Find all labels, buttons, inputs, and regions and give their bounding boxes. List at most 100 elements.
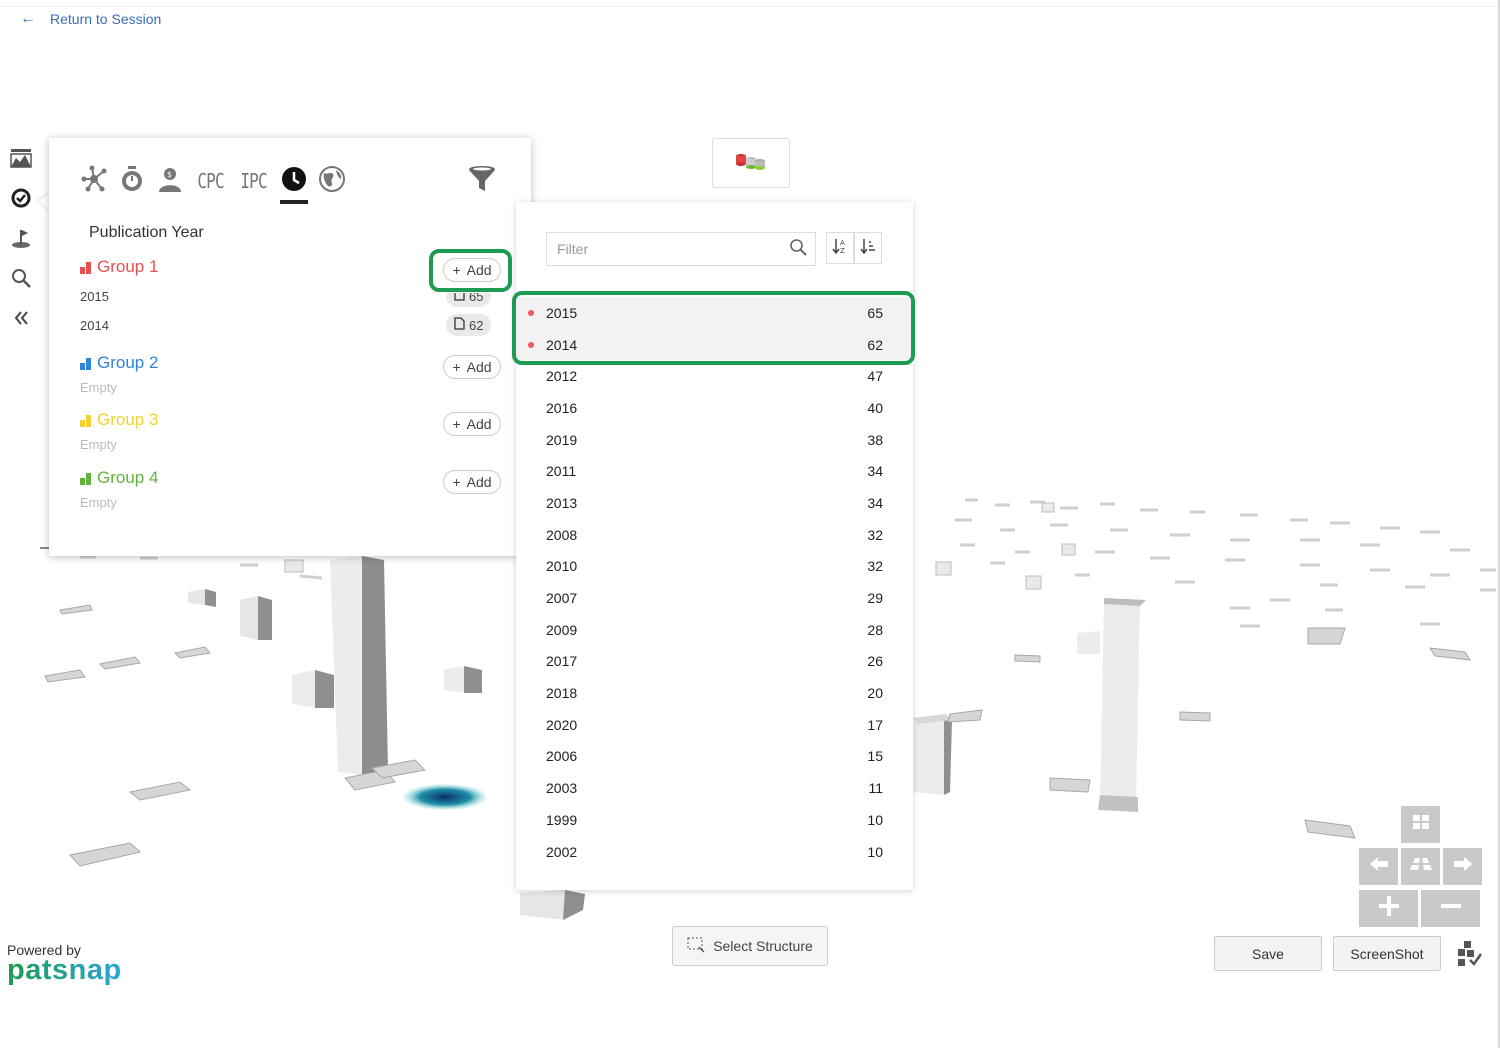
clock-icon <box>280 165 308 198</box>
year-row[interactable]: 1999 10 <box>516 804 913 836</box>
grid-icon <box>1411 813 1431 836</box>
color-legend-button[interactable] <box>712 138 790 188</box>
perspective-grid-icon <box>1409 857 1433 876</box>
tab-stopwatch[interactable] <box>118 165 146 196</box>
year-row[interactable]: 2007 29 <box>516 582 913 614</box>
group-4-title[interactable]: Group 4 <box>80 468 158 488</box>
filter-input-wrapper[interactable] <box>546 232 816 266</box>
ipc-label: IPC <box>240 169 267 193</box>
left-toolbar <box>6 145 36 331</box>
year-count: 32 <box>867 558 883 575</box>
group-3-name: Group 3 <box>97 410 159 429</box>
tab-network[interactable] <box>80 165 108 198</box>
flag-pin-icon[interactable] <box>7 225 35 251</box>
year-label: 2006 <box>546 748 578 765</box>
tab-publication-year[interactable] <box>280 165 309 204</box>
sort-count-button[interactable] <box>854 232 882 264</box>
group-1-add-button[interactable]: + Add <box>443 258 501 282</box>
year-label: 2012 <box>546 368 578 385</box>
pan-left-button[interactable] <box>1359 848 1398 885</box>
group-4-add-button[interactable]: + Add <box>443 470 501 494</box>
plus-icon: + <box>452 262 461 278</box>
year-label: 2018 <box>546 685 578 702</box>
year-row[interactable]: 2020 17 <box>516 709 913 741</box>
year-row[interactable]: 2009 28 <box>516 614 913 646</box>
tab-inventor[interactable]: $ <box>156 166 184 196</box>
reset-view-button[interactable] <box>1401 848 1440 885</box>
year-row[interactable]: 2011 34 <box>516 455 913 487</box>
year-label: 2019 <box>546 431 578 448</box>
filter-funnel-icon[interactable] <box>467 164 497 199</box>
year-row[interactable]: 2006 15 <box>516 741 913 773</box>
year-label: 2015 <box>546 304 578 321</box>
year-row[interactable]: 2017 26 <box>516 646 913 678</box>
year-list: 2015 65 2014 62 2012 47 2016 40 2019 38 2011 34 2013… <box>516 297 913 867</box>
zoom-in-button[interactable] <box>1359 890 1418 927</box>
screenshot-button[interactable]: ScreenShot <box>1333 936 1441 971</box>
group-1-item-count-pill: 62 <box>446 314 492 336</box>
search-icon[interactable] <box>789 238 807 261</box>
group-2-empty-text: Empty <box>80 380 117 395</box>
return-to-session-link[interactable]: ← Return to Session <box>20 10 161 28</box>
year-label: 2002 <box>546 843 578 860</box>
year-count: 28 <box>867 621 883 638</box>
zoom-out-button[interactable] <box>1421 890 1480 927</box>
sort-alpha-button[interactable]: AZ <box>826 232 854 264</box>
year-row[interactable]: 2008 32 <box>516 519 913 551</box>
year-row[interactable]: 2003 11 <box>516 772 913 804</box>
year-count: 65 <box>867 304 883 321</box>
structure-map-icon[interactable] <box>1455 940 1483 973</box>
year-count: 26 <box>867 653 883 670</box>
group-color-icon <box>80 413 91 427</box>
year-row[interactable]: 2019 38 <box>516 424 913 456</box>
year-row[interactable]: 2016 40 <box>516 392 913 424</box>
pan-right-button[interactable] <box>1443 848 1482 885</box>
year-row[interactable]: 2013 34 <box>516 487 913 519</box>
tab-geography[interactable] <box>318 165 346 196</box>
svg-text:A: A <box>840 239 845 247</box>
year-count: 11 <box>868 780 883 797</box>
year-count: 47 <box>867 368 883 385</box>
group-3-add-button[interactable]: + Add <box>443 412 501 436</box>
group-2-add-button[interactable]: + Add <box>443 355 501 379</box>
year-row[interactable]: 2010 32 <box>516 551 913 583</box>
plus-icon: + <box>452 359 461 375</box>
save-button[interactable]: Save <box>1214 936 1322 971</box>
network-icon <box>80 165 108 198</box>
overview-grid-button[interactable] <box>1401 806 1440 843</box>
group-3-title[interactable]: Group 3 <box>80 410 158 430</box>
filter-input[interactable] <box>555 240 789 258</box>
year-row[interactable]: 2015 65 <box>516 297 913 329</box>
group-3-empty-text: Empty <box>80 437 117 452</box>
landscape-image-icon[interactable] <box>7 145 35 171</box>
year-row[interactable]: 2012 47 <box>516 360 913 392</box>
group-2-name: Group 2 <box>97 353 159 372</box>
analyze-tag-icon[interactable] <box>7 185 35 211</box>
year-label: 2014 <box>546 336 578 353</box>
year-count: 34 <box>867 463 883 480</box>
year-count: 20 <box>867 685 883 702</box>
tab-cpc[interactable]: CPC <box>194 166 227 196</box>
year-label: 2007 <box>546 590 578 607</box>
year-label: 2008 <box>546 526 578 543</box>
year-row[interactable]: 2002 10 <box>516 836 913 868</box>
group-1-name: Group 1 <box>97 257 159 276</box>
group-color-icon <box>80 356 91 370</box>
document-icon <box>454 317 465 333</box>
year-label: 2009 <box>546 621 578 638</box>
svg-text:Z: Z <box>840 247 845 255</box>
publication-year-title: Publication Year <box>89 224 204 241</box>
search-icon[interactable] <box>7 265 35 291</box>
return-label: Return to Session <box>50 11 162 27</box>
group-2-title[interactable]: Group 2 <box>80 353 158 373</box>
group-4-name: Group 4 <box>97 468 159 487</box>
select-structure-button[interactable]: Select Structure <box>672 926 828 966</box>
year-row[interactable]: 2014 62 <box>516 328 913 361</box>
collapse-double-chevron-icon[interactable] <box>7 305 35 331</box>
year-row[interactable]: 2018 20 <box>516 677 913 709</box>
year-count: 40 <box>867 399 883 416</box>
year-label: 2017 <box>546 653 578 670</box>
cpc-label: CPC <box>197 169 224 193</box>
group-1-title[interactable]: Group 1 <box>80 257 158 277</box>
tab-ipc[interactable]: IPC <box>237 166 270 196</box>
